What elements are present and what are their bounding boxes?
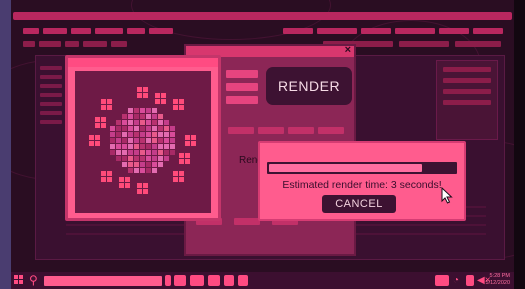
footer-button-2[interactable]	[234, 218, 260, 225]
menu-bar	[23, 28, 513, 36]
app-icon[interactable]	[238, 275, 248, 286]
side-list	[40, 66, 62, 129]
progress-bar	[267, 162, 457, 174]
mouse-cursor-icon	[441, 187, 453, 204]
right-border	[514, 0, 525, 289]
calendar-icon[interactable]	[224, 275, 234, 286]
task-view-icon[interactable]	[165, 275, 171, 286]
mail-icon[interactable]	[174, 275, 186, 286]
properties-pane	[436, 60, 498, 140]
render-button[interactable]: RENDER	[266, 67, 352, 105]
keyboard-icon[interactable]	[190, 275, 204, 286]
virus-pixel-art-icon	[89, 87, 196, 194]
window-frame-bar	[13, 12, 512, 20]
image-preview-window	[65, 55, 221, 221]
left-border	[0, 0, 11, 289]
notes-icon[interactable]	[435, 275, 449, 286]
option-1[interactable]	[226, 70, 258, 78]
tab-3[interactable]	[288, 127, 314, 134]
tab-2[interactable]	[258, 127, 284, 134]
progress-fill	[269, 164, 422, 172]
tab-4[interactable]	[318, 127, 344, 134]
option-3[interactable]	[226, 96, 258, 104]
clock[interactable]: 5:28 PM 5/12/2020	[486, 273, 510, 287]
preview-titlebar	[68, 58, 218, 67]
render-time-message: Estimated render time: 3 seconds!	[282, 179, 442, 191]
progress-dialog: Estimated render time: 3 seconds! CANCEL	[258, 141, 466, 221]
battery-icon[interactable]	[466, 275, 474, 286]
option-2[interactable]	[226, 83, 258, 91]
tab-1[interactable]	[228, 127, 254, 134]
wifi-icon[interactable]: ◔	[453, 275, 459, 286]
search-icon[interactable]: ⚲	[29, 273, 38, 287]
close-icon[interactable]: ×	[345, 44, 351, 56]
folder-icon[interactable]	[208, 275, 220, 286]
taskbar-search-input[interactable]	[44, 276, 162, 286]
taskbar: ⚲ ◔ ◀× 5:28 PM 5/12/2020	[11, 272, 514, 289]
start-icon[interactable]	[14, 275, 24, 285]
preview-canvas	[75, 71, 211, 213]
cancel-button[interactable]: CANCEL	[322, 195, 396, 213]
